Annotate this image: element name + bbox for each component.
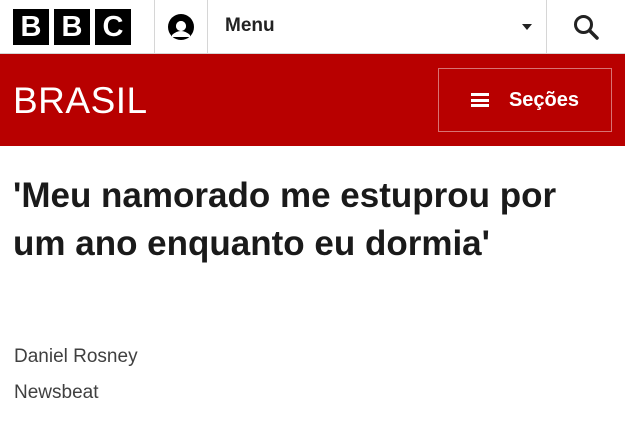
byline-outlet: Newsbeat — [14, 382, 99, 403]
top-nav-bar: B B C Menu — [0, 0, 625, 54]
site-section-title[interactable]: BRASIL — [13, 80, 148, 122]
brand-bar: BRASIL Seções — [0, 54, 625, 146]
sections-button[interactable]: Seções — [438, 68, 612, 132]
bbc-logo-letter: B — [13, 9, 49, 45]
byline-author: Daniel Rosney — [14, 346, 138, 367]
search-button[interactable] — [547, 0, 625, 54]
article-headline: 'Meu namorado me estuprou por um ano enq… — [13, 176, 557, 263]
account-button[interactable] — [155, 0, 207, 54]
chevron-down-icon — [522, 24, 532, 30]
bbc-logo[interactable]: B B C — [13, 9, 131, 45]
hamburger-icon — [470, 93, 489, 107]
account-icon — [168, 14, 194, 40]
sections-label: Seções — [508, 88, 580, 111]
search-icon — [574, 15, 599, 40]
menu-dropdown[interactable]: Menu — [208, 0, 546, 54]
bbc-logo-letter: C — [95, 9, 131, 45]
menu-label: Menu — [225, 15, 275, 36]
bbc-logo-letter: B — [54, 9, 90, 45]
